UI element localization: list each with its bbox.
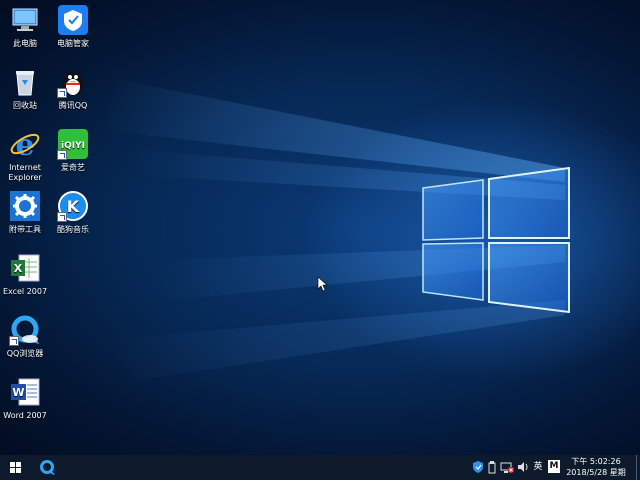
show-desktop-button[interactable] <box>636 455 640 480</box>
desktop-icon-iqiyi[interactable]: iQIYI 爱奇艺 <box>49 128 97 173</box>
word-icon: W <box>9 376 41 408</box>
recycle-bin-icon <box>9 66 41 98</box>
shortcut-arrow-icon <box>57 212 67 222</box>
taskbar-clock[interactable]: 下午 5:02:26 2018/5/28 星期一 <box>565 456 627 489</box>
qq-browser-icon <box>9 314 41 346</box>
svg-text:X: X <box>14 262 23 275</box>
tray-shield-icon[interactable] <box>472 459 484 475</box>
windows-start-icon <box>10 462 21 473</box>
kugou-music-icon: K <box>57 190 89 222</box>
tray-ime-language[interactable]: 英 <box>532 459 544 475</box>
svg-text:K: K <box>67 197 80 216</box>
tray-network-icon[interactable] <box>500 459 514 475</box>
shortcut-arrow-icon <box>57 150 67 160</box>
desktop-icon-internet-explorer[interactable]: e Internet Explorer <box>1 128 49 183</box>
windows-logo-wallpaper <box>422 166 570 314</box>
clock-time: 下午 5:02:26 <box>571 457 621 466</box>
start-button[interactable] <box>0 455 32 480</box>
svg-text:W: W <box>12 386 24 399</box>
taskbar: 英 M 下午 5:02:26 2018/5/28 星期一 <box>0 455 640 488</box>
shortcut-arrow-icon <box>57 88 67 98</box>
desktop[interactable]: 此电脑 电脑管家 回收站 腾讯QQ e Internet Explorer iQ… <box>0 0 640 455</box>
desktop-icon-word[interactable]: W Word 2007 <box>1 376 49 421</box>
tray-ime-mode[interactable]: M <box>548 460 560 473</box>
qq-browser-icon <box>40 460 55 475</box>
desktop-icon-pc-manager[interactable]: 电脑管家 <box>49 4 97 49</box>
desktop-icon-excel[interactable]: X Excel 2007 <box>1 252 49 297</box>
clock-date: 2018/5/28 星期一 <box>566 468 626 488</box>
internet-explorer-icon: e <box>9 128 41 163</box>
desktop-icon-tencent-qq[interactable]: 腾讯QQ <box>49 66 97 111</box>
desktop-icon-recycle-bin[interactable]: 回收站 <box>1 66 49 111</box>
pc-manager-icon <box>57 4 89 36</box>
desktop-icon-qq-browser[interactable]: QQ浏览器 <box>1 314 49 359</box>
tray-usb-icon[interactable] <box>487 459 497 475</box>
tools-gear-icon <box>9 190 41 222</box>
desktop-icon-kugou-music[interactable]: K 酷狗音乐 <box>49 190 97 235</box>
tray-volume-icon[interactable] <box>516 459 530 475</box>
mouse-cursor <box>317 276 328 292</box>
desktop-icon-this-pc[interactable]: 此电脑 <box>1 4 49 49</box>
computer-icon <box>9 4 41 36</box>
shortcut-arrow-icon <box>9 336 19 346</box>
iqiyi-icon: iQIYI <box>57 128 89 160</box>
svg-text:e: e <box>15 128 34 160</box>
desktop-icon-tools[interactable]: 附带工具 <box>1 190 49 235</box>
qq-penguin-icon <box>57 66 89 98</box>
excel-icon: X <box>9 252 41 284</box>
taskbar-qq-browser[interactable] <box>34 455 60 480</box>
